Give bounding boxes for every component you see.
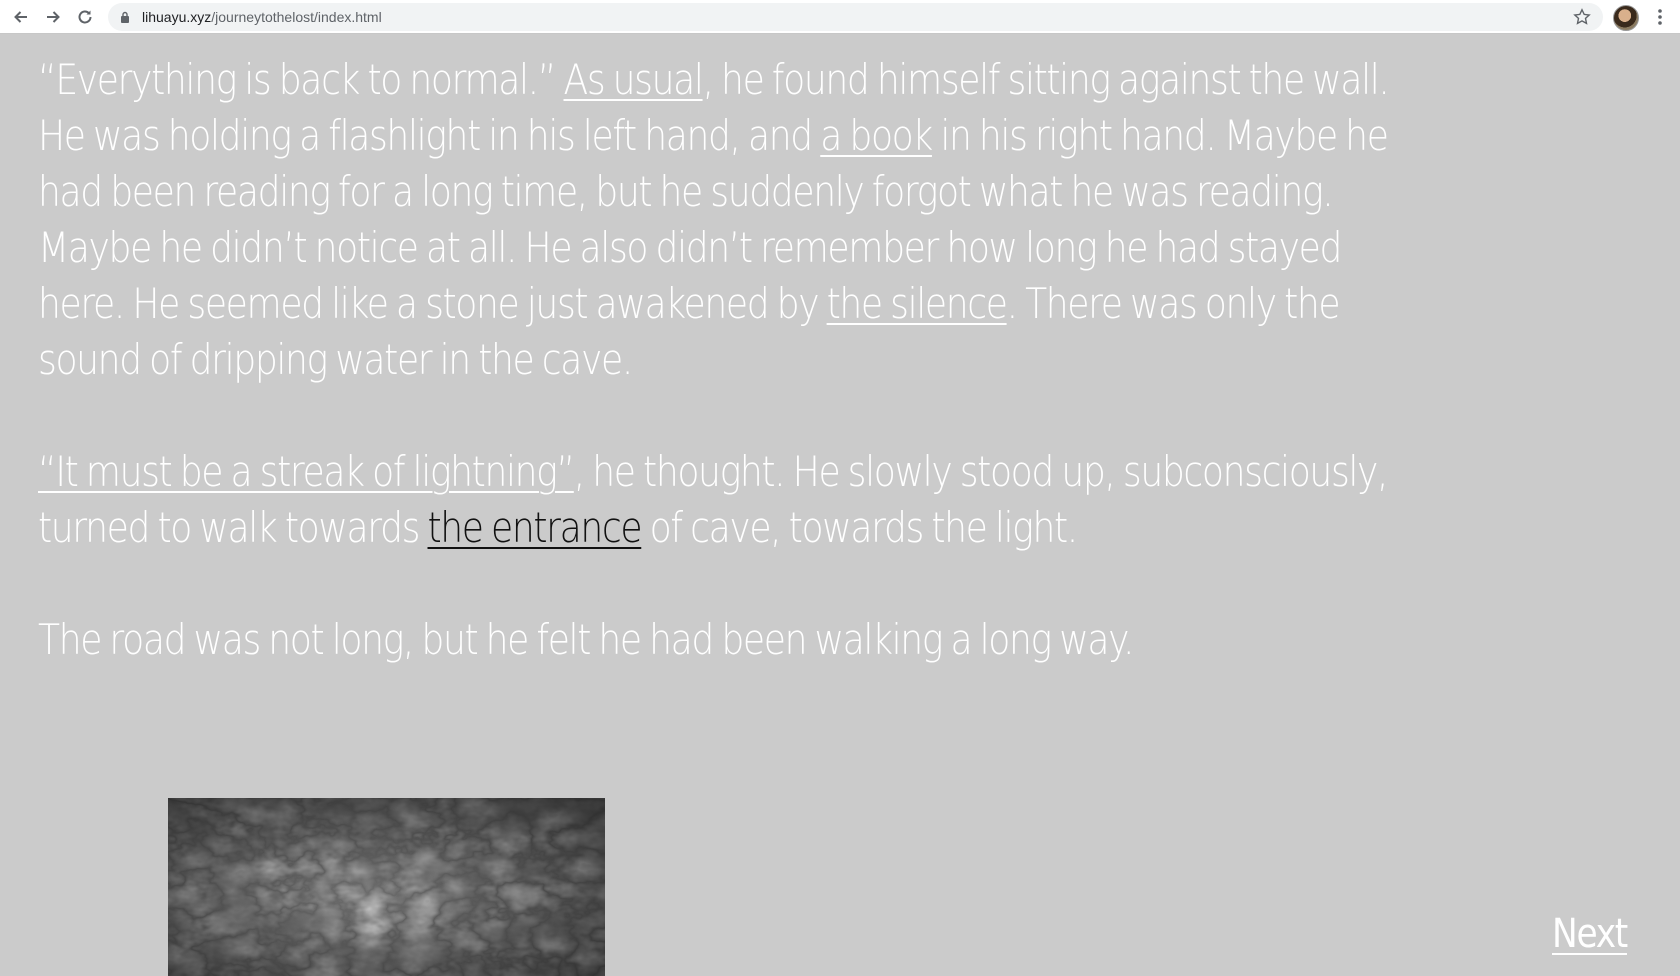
- url-path: /journeytothelost/index.html: [211, 9, 382, 25]
- lock-icon: [121, 11, 129, 23]
- browser-toolbar: lihuayu.xyz/journeytothelost/index.html: [0, 0, 1680, 34]
- forward-arrow-icon[interactable]: [40, 4, 66, 30]
- link-the-entrance[interactable]: the entrance: [427, 503, 642, 552]
- text-span: “Everything is back to normal.”: [38, 55, 564, 104]
- link-the-silence[interactable]: the silence: [827, 279, 1008, 328]
- more-menu-icon[interactable]: [1650, 6, 1670, 28]
- reload-icon[interactable]: [72, 4, 98, 30]
- paragraph-1: “Everything is back to normal.” As usual…: [38, 52, 1423, 388]
- url-host: lihuayu.xyz: [142, 9, 212, 25]
- paragraph-2: “It must be a streak of lightning”, he t…: [38, 444, 1423, 556]
- next-link[interactable]: Next: [1552, 911, 1628, 957]
- paragraph-3: The road was not long, but he felt he ha…: [38, 615, 1134, 664]
- link-lightning[interactable]: “It must be a streak of lightning”: [38, 447, 575, 496]
- address-bar[interactable]: lihuayu.xyz/journeytothelost/index.html: [108, 3, 1603, 31]
- link-as-usual[interactable]: As usual: [564, 55, 704, 104]
- text-span: of cave, towards the light.: [641, 503, 1079, 552]
- cave-water-image: [168, 798, 605, 976]
- profile-avatar[interactable]: [1613, 5, 1639, 31]
- back-arrow-icon[interactable]: [8, 4, 34, 30]
- story-text: “Everything is back to normal.” As usual…: [38, 52, 1423, 724]
- link-a-book[interactable]: a book: [820, 111, 933, 160]
- bookmark-star-icon[interactable]: [1573, 8, 1591, 26]
- url-text: lihuayu.xyz/journeytothelost/index.html: [142, 3, 382, 31]
